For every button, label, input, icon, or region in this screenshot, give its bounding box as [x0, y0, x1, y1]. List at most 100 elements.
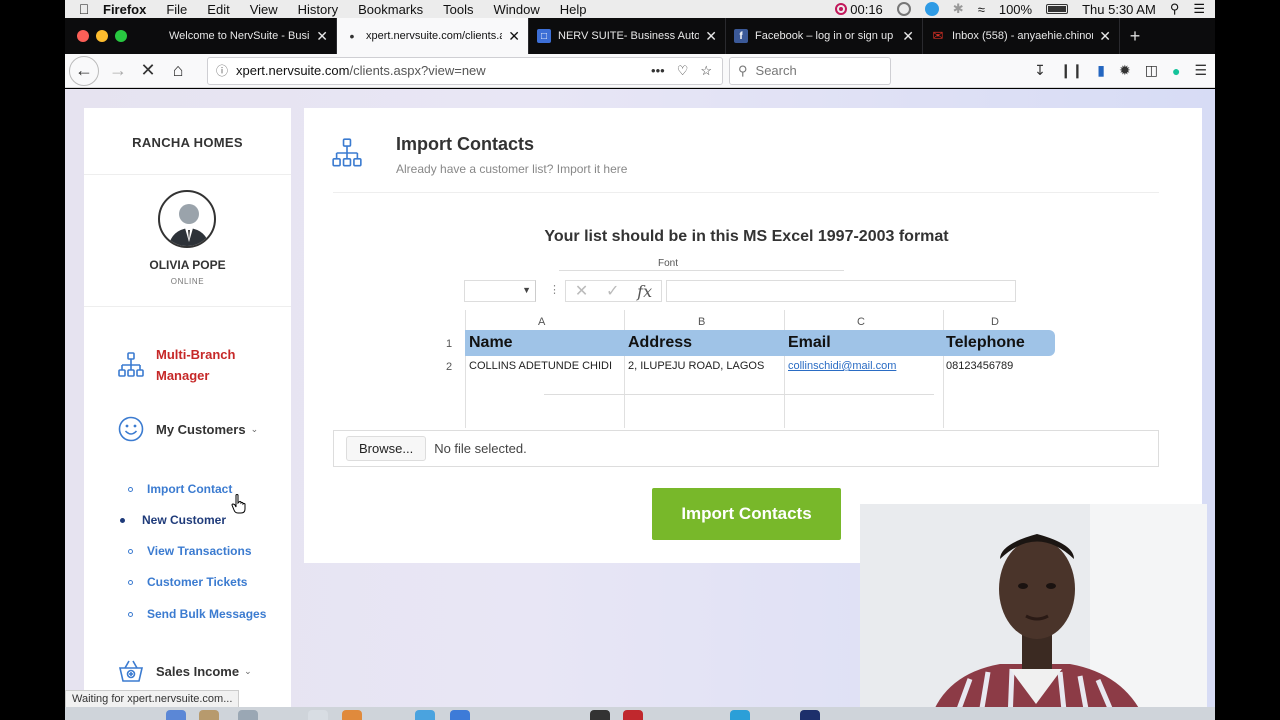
url-bar[interactable]: ⓘ xpert.nervsuite.com/clients.aspx?view=… [207, 56, 723, 85]
browse-button[interactable]: Browse... [346, 436, 427, 461]
excel-grip-icon: ⋮ [549, 284, 560, 296]
app-dock-icon[interactable] [450, 710, 470, 720]
search-icon: ⚲ [738, 62, 748, 78]
apple-icon[interactable]:  [65, 1, 103, 17]
bluetooth-icon[interactable]: ✱ [953, 1, 964, 17]
app-dock-icon[interactable] [623, 710, 643, 720]
extension-icon[interactable]: ✹ [1119, 62, 1131, 79]
record-icon [835, 3, 848, 15]
excel-column-header: A [538, 316, 546, 328]
minimize-window-button[interactable] [96, 30, 108, 42]
excel-formula-buttons: ✕ ✓ fx [565, 280, 662, 302]
menu-tools[interactable]: Tools [443, 2, 473, 17]
search-box[interactable]: ⚲ Search [729, 56, 891, 85]
menu-file[interactable]: File [166, 2, 187, 17]
excel-formula-bar [666, 280, 1016, 302]
close-tab-icon[interactable]: ✕ [316, 28, 328, 45]
subnav-label: New Customer [142, 513, 227, 527]
finder-dock-icon[interactable] [166, 710, 186, 720]
app-dock-icon[interactable] [730, 710, 750, 720]
info-icon[interactable]: ⓘ [216, 62, 228, 79]
avatar[interactable] [158, 190, 216, 248]
battery-percent: 100% [998, 1, 1033, 17]
subnav-label: Send Bulk Messages [147, 607, 267, 621]
sidebar-toggle-icon[interactable]: ◫ [1145, 62, 1158, 79]
grammarly-icon[interactable]: ● [1172, 63, 1180, 79]
toolbar-icons: ↧ ❙❙ ▮ ✹ ◫ ● ☰ [1034, 62, 1215, 79]
fx-icon: fx [637, 281, 653, 301]
app-dock-icon[interactable] [415, 710, 435, 720]
window-controls [65, 18, 140, 54]
facebook-icon: f [734, 29, 748, 43]
menu-window[interactable]: Window [494, 2, 540, 17]
page-actions-icon[interactable]: ••• [651, 63, 665, 79]
tab-facebook[interactable]: f Facebook – log in or sign up ✕ [726, 18, 923, 54]
excel-column-header: C [857, 316, 865, 328]
tab-clients-active[interactable]: • xpert.nervsuite.com/clients.asp ✕ [337, 18, 529, 54]
nav-sales-income[interactable]: Sales Income ⌄ [84, 659, 291, 683]
bullet-icon [128, 549, 133, 554]
close-tab-icon[interactable]: ✕ [1099, 28, 1111, 45]
stop-loading-button[interactable]: ✕ [133, 56, 163, 86]
app-dock-icon[interactable] [308, 710, 328, 720]
creative-cloud-icon[interactable] [896, 2, 911, 16]
app-dock-icon[interactable] [590, 710, 610, 720]
new-tab-button[interactable]: + [1120, 18, 1150, 54]
import-contacts-button[interactable]: Import Contacts [652, 488, 841, 540]
menu-history[interactable]: History [298, 2, 338, 17]
url-path: /clients.aspx?view=new [349, 63, 486, 78]
nav-multi-branch-manager[interactable]: Multi-Branch Manager [84, 344, 291, 386]
status-blue-icon[interactable] [924, 2, 939, 16]
close-tab-icon[interactable]: ✕ [902, 28, 914, 45]
tab-title: xpert.nervsuite.com/clients.asp [366, 30, 503, 42]
excel-font-label: Font [658, 258, 679, 269]
loading-dot-icon: • [349, 28, 355, 44]
forward-button[interactable]: → [103, 56, 133, 86]
grid-line [465, 310, 466, 428]
notification-center-icon[interactable]: ☰ [1193, 1, 1205, 17]
bookmark-extension-icon[interactable]: ▮ [1097, 62, 1105, 79]
nav-label: Sales Income [156, 663, 240, 679]
battery-icon[interactable] [1046, 4, 1069, 14]
app-dock-icon[interactable] [199, 710, 219, 720]
app-dock-icon[interactable] [238, 710, 258, 720]
tab-gmail-inbox[interactable]: ✉ Inbox (558) - anyaehie.chinon ✕ [923, 18, 1120, 54]
app-dock-icon[interactable] [342, 710, 362, 720]
subnav-label: Customer Tickets [147, 575, 248, 589]
spotlight-icon[interactable]: ⚲ [1170, 1, 1180, 17]
menu-help[interactable]: Help [560, 2, 587, 17]
menu-view[interactable]: View [250, 2, 278, 17]
hamburger-menu-icon[interactable]: ☰ [1194, 62, 1207, 79]
screen:  Firefox File Edit View History Bookmar… [0, 0, 1280, 720]
pocket-icon[interactable]: ♡ [677, 63, 689, 79]
menu-app-name[interactable]: Firefox [103, 2, 146, 17]
browser-tab-bar: Welcome to NervSuite - Business A ✕ • xp… [65, 18, 1215, 54]
file-status: No file selected. [434, 441, 527, 456]
zoom-window-button[interactable] [115, 30, 127, 42]
menu-edit[interactable]: Edit [207, 2, 229, 17]
menu-bookmarks[interactable]: Bookmarks [358, 2, 423, 17]
nav-label: Multi-Branch Manager [156, 344, 235, 386]
close-window-button[interactable] [77, 30, 89, 42]
grid-line [544, 394, 934, 395]
divider [333, 192, 1159, 193]
clock[interactable]: Thu 5:30 AM [1082, 2, 1156, 17]
back-button[interactable]: ← [69, 55, 99, 86]
excel-column-header: D [991, 316, 999, 328]
close-tab-icon[interactable]: ✕ [508, 28, 520, 45]
menu-status-area: 00:16 ✱ ≈ 100% Thu 5:30 AM ⚲ ☰ [835, 1, 1215, 17]
tab-nervsuite-welcome[interactable]: Welcome to NervSuite - Business A ✕ [140, 18, 337, 54]
tab-nerv-suite[interactable]: □ NERV SUITE- Business Automa ✕ [529, 18, 726, 54]
recording-indicator[interactable]: 00:16 [835, 2, 883, 17]
bookmark-star-icon[interactable]: ☆ [700, 63, 712, 79]
home-button[interactable]: ⌂ [163, 56, 193, 86]
close-tab-icon[interactable]: ✕ [705, 28, 717, 45]
library-icon[interactable]: ❙❙ [1060, 62, 1083, 79]
bullet-icon [128, 580, 133, 585]
download-icon[interactable]: ↧ [1034, 62, 1046, 79]
wifi-icon[interactable]: ≈ [978, 2, 985, 17]
nav-my-customers[interactable]: My Customers ⌄ [84, 416, 291, 442]
webcam-overlay [860, 504, 1207, 720]
cancel-x-icon: ✕ [574, 283, 589, 300]
app-dock-icon[interactable] [800, 710, 820, 720]
